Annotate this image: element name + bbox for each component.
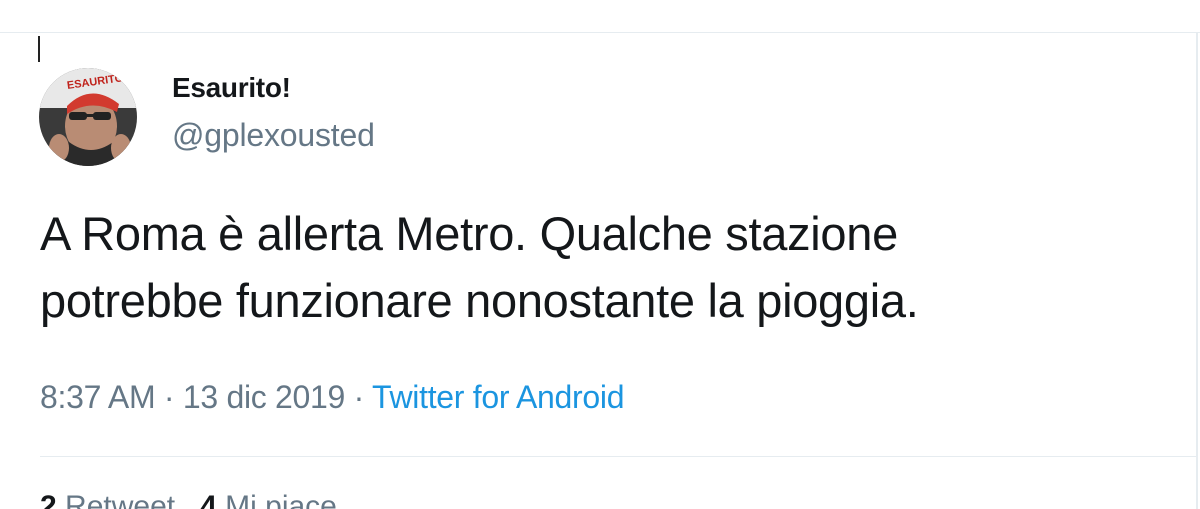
avatar[interactable]: ESAURITO! <box>39 68 137 166</box>
tweet-stats: 2 Retweet 4 Mi piace <box>40 490 337 509</box>
avatar-image: ESAURITO! <box>39 68 137 166</box>
tweet-source-link[interactable]: Twitter for Android <box>372 379 625 415</box>
tweet-text-line: potrebbe funzionare nonostante la pioggi… <box>40 274 919 327</box>
user-handle[interactable]: @gplexousted <box>172 117 375 154</box>
tweet-date[interactable]: 13 dic 2019 <box>183 379 345 415</box>
tweet-time[interactable]: 8:37 AM <box>40 379 156 415</box>
meta-separator: · <box>345 379 372 415</box>
tweet-meta: 8:37 AM · 13 dic 2019 · Twitter for Andr… <box>40 379 625 416</box>
likes-label[interactable]: Mi piace <box>225 490 337 509</box>
retweets-count[interactable]: 2 <box>40 490 57 509</box>
tweet-text-line: A Roma è allerta Metro. Qualche stazione <box>40 207 898 260</box>
meta-separator: · <box>155 379 183 415</box>
retweets-label[interactable]: Retweet <box>65 490 175 509</box>
tweet-text: A Roma è allerta Metro. Qualche stazione… <box>40 200 1160 334</box>
likes-count[interactable]: 4 <box>200 490 217 509</box>
tweet-page: ESAURITO! Esaurito! @gplexousted A Roma … <box>0 0 1200 509</box>
stats-divider <box>40 456 1196 457</box>
text-cursor <box>38 36 40 62</box>
display-name[interactable]: Esaurito! <box>172 72 291 104</box>
